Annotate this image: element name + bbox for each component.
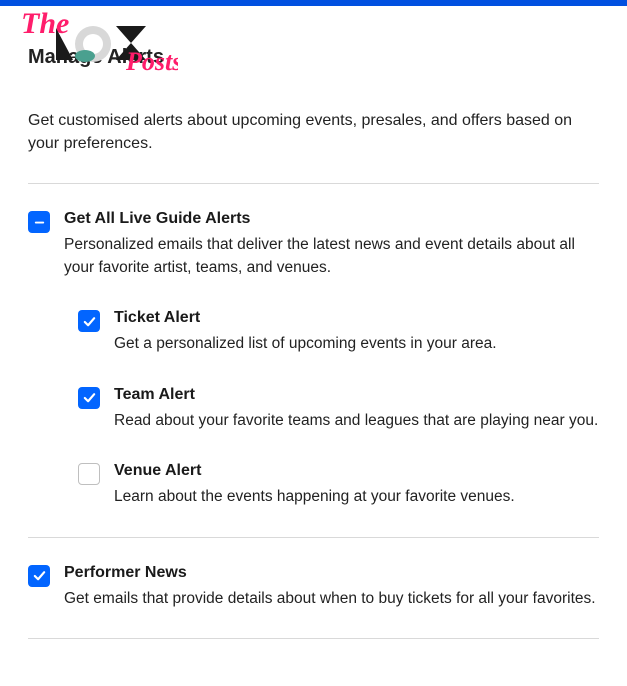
- alert-title-all: Get All Live Guide Alerts: [64, 210, 599, 228]
- intro-text: Get customised alerts about upcoming eve…: [28, 109, 599, 155]
- alert-title-ticket: Ticket Alert: [114, 309, 497, 327]
- checkbox-ticket-alert[interactable]: [78, 310, 100, 332]
- alert-desc-ticket: Get a personalized list of upcoming even…: [114, 333, 497, 355]
- minus-icon: [32, 215, 47, 230]
- alert-desc-performer: Get emails that provide details about wh…: [64, 588, 596, 610]
- alert-item-venue: Venue Alert Learn about the events happe…: [78, 462, 599, 508]
- alert-desc-team: Read about your favorite teams and leagu…: [114, 410, 598, 432]
- check-icon: [82, 314, 97, 329]
- checkbox-performer-news[interactable]: [28, 565, 50, 587]
- alert-title-team: Team Alert: [114, 386, 598, 404]
- checkbox-all-alerts[interactable]: [28, 211, 50, 233]
- alert-title-venue: Venue Alert: [114, 462, 515, 480]
- alert-desc-venue: Learn about the events happening at your…: [114, 486, 515, 508]
- divider: [28, 537, 599, 538]
- divider: [28, 638, 599, 639]
- logo-text-the: The: [21, 8, 69, 40]
- site-logo: The Posts: [18, 8, 178, 83]
- check-icon: [32, 568, 47, 583]
- alert-group-performer: Performer News Get emails that provide d…: [28, 564, 599, 610]
- logo-text-posts: Posts: [125, 47, 178, 76]
- check-icon: [82, 390, 97, 405]
- alert-group-all: Get All Live Guide Alerts Personalized e…: [28, 210, 599, 279]
- checkbox-team-alert[interactable]: [78, 387, 100, 409]
- divider: [28, 183, 599, 184]
- alert-item-team: Team Alert Read about your favorite team…: [78, 386, 599, 432]
- checkbox-venue-alert[interactable]: [78, 463, 100, 485]
- alert-desc-all: Personalized emails that deliver the lat…: [64, 234, 599, 279]
- alert-title-performer: Performer News: [64, 564, 596, 582]
- alert-item-ticket: Ticket Alert Get a personalized list of …: [78, 309, 599, 355]
